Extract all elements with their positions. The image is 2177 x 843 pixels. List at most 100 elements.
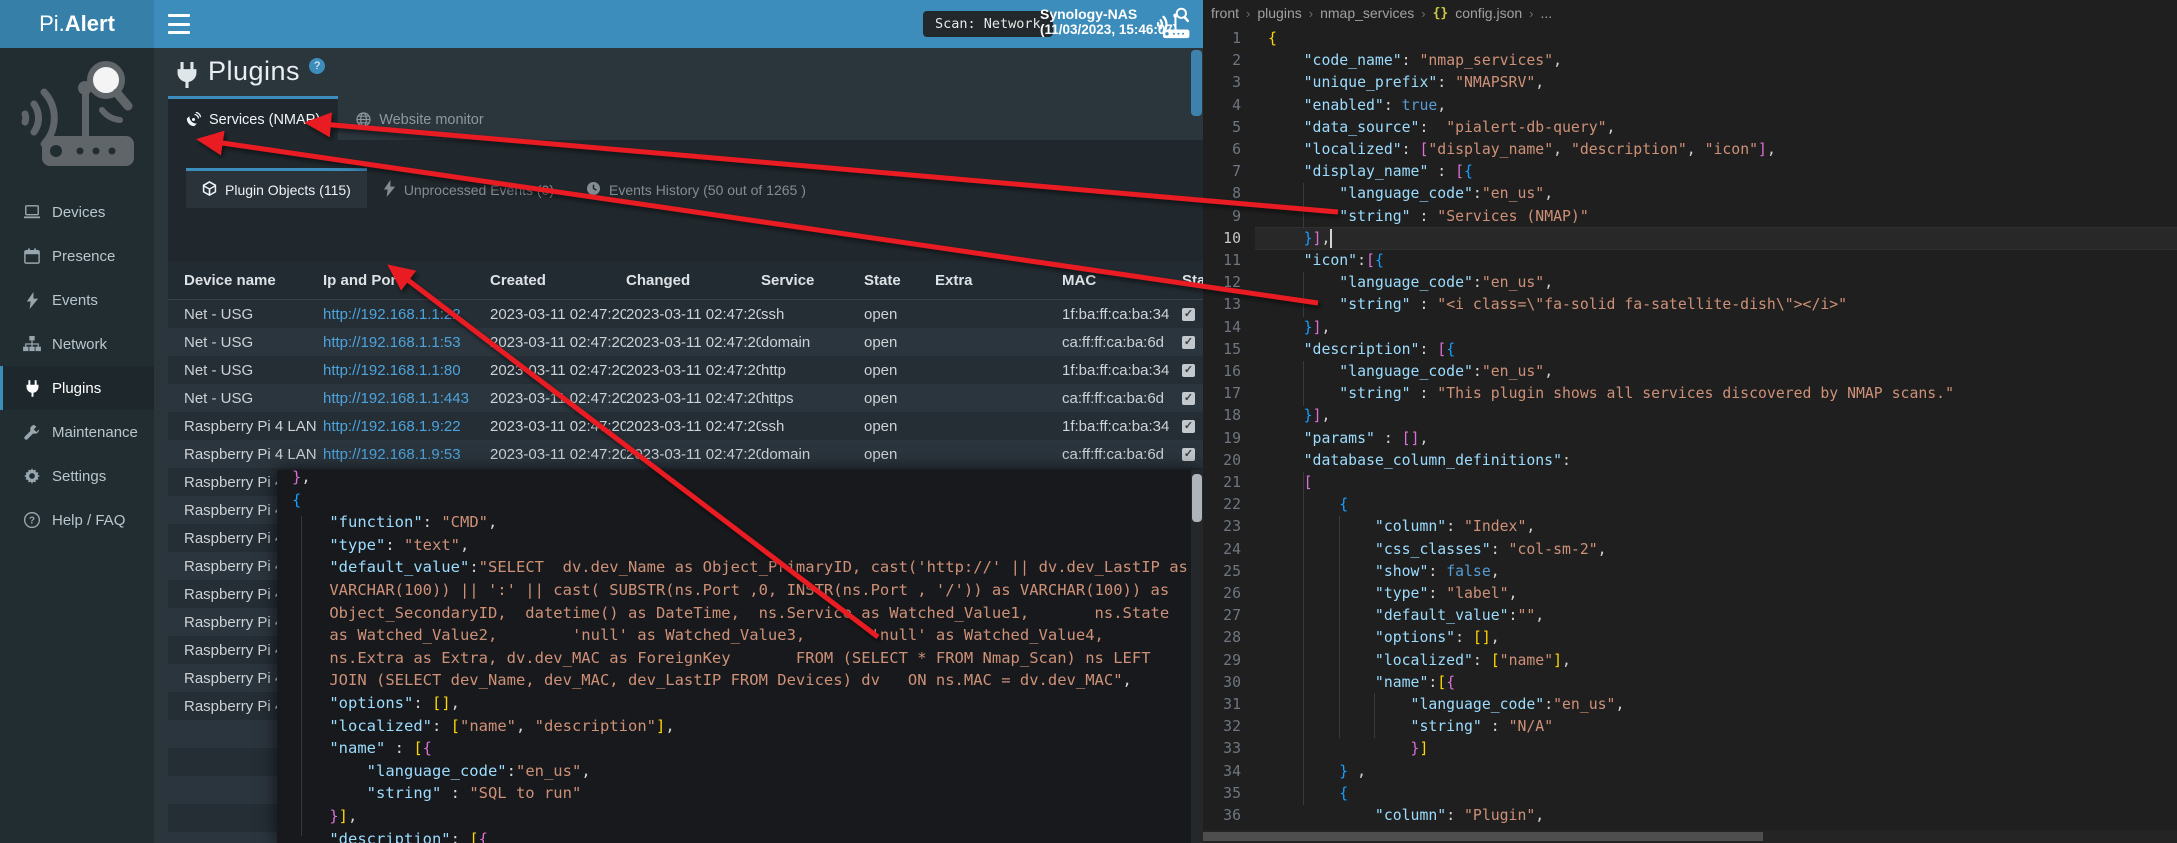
sidebar-item-devices[interactable]: Devices (0, 190, 154, 234)
ip-port-link[interactable]: http://192.168.1.1:53 (323, 334, 461, 351)
hamburger-menu-icon[interactable] (168, 14, 190, 34)
status-cell[interactable]: ✓ (1182, 392, 1203, 405)
status-cell[interactable]: ✓ (1182, 308, 1203, 321)
created-cell: 2023-03-11 02:47:20 (490, 418, 626, 435)
line-number: 9 (1203, 206, 1241, 228)
sidebar-item-maintenance[interactable]: Maintenance (0, 410, 154, 454)
popup-code-line: VARCHAR(100)) || ':' || cast( SUBSTR(ns.… (292, 579, 1169, 602)
editor-code-line: "language_code":"en_us", (1268, 694, 1624, 717)
indent-guide (1303, 472, 1304, 805)
table-row[interactable]: Net - USGhttp://192.168.1.1:532023-03-11… (168, 328, 1203, 356)
ip-port-link[interactable]: http://192.168.1.9:22 (323, 418, 461, 435)
status-checkbox[interactable]: ✓ (1182, 336, 1195, 349)
code-editor[interactable]: front›plugins›nmap_services›{}config.jso… (1203, 0, 2177, 843)
status-cell[interactable]: ✓ (1182, 336, 1203, 349)
column-header-service[interactable]: Service (761, 272, 864, 289)
column-header-ip-and-port[interactable]: Ip and Port (323, 272, 490, 289)
breadcrumb[interactable]: front›plugins›nmap_services›{}config.jso… (1211, 0, 1552, 26)
column-header-device-name[interactable]: Device name (184, 272, 323, 289)
satellite-dish-icon (186, 112, 201, 127)
sidebar-item-help-faq[interactable]: ?Help / FAQ (0, 498, 154, 542)
popup-code-line: ns.Extra as Extra, dv.dev_MAC as Foreign… (292, 647, 1151, 670)
sidebar-item-presence[interactable]: Presence (0, 234, 154, 278)
popup-code-line: "string" : "SQL to run" (292, 782, 581, 805)
pialert-router-logo-icon (14, 58, 140, 181)
line-number: 10 (1203, 228, 1241, 250)
sidebar-item-events[interactable]: Events (0, 278, 154, 322)
column-header-extra[interactable]: Extra (935, 272, 1062, 289)
status-checkbox[interactable]: ✓ (1182, 420, 1195, 433)
status-cell[interactable]: ✓ (1182, 420, 1203, 433)
column-header-status[interactable]: Status (1182, 272, 1203, 289)
changed-cell: 2023-03-11 02:47:20 (626, 446, 761, 463)
column-header-created[interactable]: Created (490, 272, 626, 289)
state-cell: open (864, 390, 935, 407)
subtab-events-history-50-out-of-1265[interactable]: Events History (50 out of 1265 ) (570, 168, 822, 208)
breadcrumb-item[interactable]: front (1211, 5, 1239, 21)
line-number: 18 (1203, 405, 1241, 427)
sidebar-item-label: Maintenance (52, 424, 138, 441)
service-cell: domain (761, 446, 864, 463)
breadcrumb-separator-icon: › (1309, 6, 1313, 21)
table-row[interactable]: Net - USGhttp://192.168.1.1:4432023-03-1… (168, 384, 1203, 412)
ip-port-link[interactable]: http://192.168.1.9:53 (323, 446, 461, 463)
popup-code-line: }, (292, 470, 311, 489)
status-checkbox[interactable]: ✓ (1182, 364, 1195, 377)
editor-code-line: "column": "Index", (1268, 516, 1535, 539)
editor-code-line: { (1268, 28, 1277, 51)
status-cell[interactable]: ✓ (1182, 364, 1203, 377)
editor-horizontal-scrollbar[interactable] (1203, 830, 2177, 843)
calendar-icon (23, 247, 41, 265)
subtab-unprocessed-events-0[interactable]: Unprocessed Events (0) (367, 168, 570, 208)
status-checkbox[interactable]: ✓ (1182, 448, 1195, 461)
sql-code-popup[interactable]: },{ "function": "CMD", "type": "text", "… (277, 470, 1203, 843)
line-number: 15 (1203, 339, 1241, 361)
status-cell[interactable]: ✓ (1182, 448, 1203, 461)
app-vertical-scrollbar[interactable] (1191, 50, 1202, 116)
ip-port-link[interactable]: http://192.168.1.1:443 (323, 390, 469, 407)
laptop-icon (23, 203, 41, 221)
table-row[interactable]: Net - USGhttp://192.168.1.1:802023-03-11… (168, 356, 1203, 384)
column-header-state[interactable]: State (864, 272, 935, 289)
editor-code-line: "string" : "Services (NMAP)" (1268, 206, 1589, 229)
line-number: 14 (1203, 317, 1241, 339)
breadcrumb-item[interactable]: plugins (1257, 5, 1301, 21)
tab-website-monitor[interactable]: Website monitor (338, 96, 502, 140)
popup-scrollbar-thumb[interactable] (1192, 474, 1202, 522)
line-number: 25 (1203, 561, 1241, 583)
popup-code-line: { (292, 489, 301, 512)
status-checkbox[interactable]: ✓ (1182, 308, 1195, 321)
popup-code-line: "description": [{ (292, 828, 488, 843)
popup-code-line: "localized": ["name", "description"], (292, 715, 675, 738)
wrench-icon (23, 423, 41, 441)
service-cell: ssh (761, 418, 864, 435)
column-header-mac[interactable]: MAC (1062, 272, 1182, 289)
editor-code-line: "unique_prefix": "NMAPSRV", (1268, 72, 1544, 95)
status-checkbox[interactable]: ✓ (1182, 392, 1195, 405)
breadcrumb-more[interactable]: ... (1541, 5, 1553, 21)
brand-logo[interactable]: Pi.Alert (0, 0, 154, 48)
json-file-icon: {} (1433, 6, 1449, 21)
table-row[interactable]: Raspberry Pi 4 LANhttp://192.168.1.9:532… (168, 440, 1203, 468)
editor-code-line: { (1268, 494, 1348, 517)
help-badge[interactable]: ? (309, 58, 325, 74)
breadcrumb-separator-icon: › (1529, 6, 1533, 21)
breadcrumb-filename[interactable]: config.json (1455, 5, 1522, 21)
breadcrumb-item[interactable]: nmap_services (1320, 5, 1414, 21)
column-header-changed[interactable]: Changed (626, 272, 761, 289)
popup-scrollbar[interactable] (1191, 470, 1203, 843)
sidebar-item-plugins[interactable]: Plugins (0, 366, 154, 410)
line-number: 34 (1203, 761, 1241, 783)
editor-hscrollbar-thumb[interactable] (1203, 832, 1763, 841)
editor-code-line: "database_column_definitions": (1268, 450, 1571, 473)
ip-port-link[interactable]: http://192.168.1.1:80 (323, 362, 461, 379)
sidebar-item-network[interactable]: Network (0, 322, 154, 366)
ip-port-link[interactable]: http://192.168.1.1:22 (323, 306, 461, 323)
sidebar-item-settings[interactable]: Settings (0, 454, 154, 498)
table-row[interactable]: Net - USGhttp://192.168.1.1:222023-03-11… (168, 300, 1203, 328)
subtab-plugin-objects-115[interactable]: Plugin Objects (115) (186, 168, 367, 208)
editor-code-line: "params" : [], (1268, 428, 1428, 451)
table-row[interactable]: Raspberry Pi 4 LANhttp://192.168.1.9:222… (168, 412, 1203, 440)
popup-code-line: as Watched_Value2, 'null' as Watched_Val… (292, 624, 1104, 647)
tab-services-nmap[interactable]: Services (NMAP) (168, 96, 338, 140)
